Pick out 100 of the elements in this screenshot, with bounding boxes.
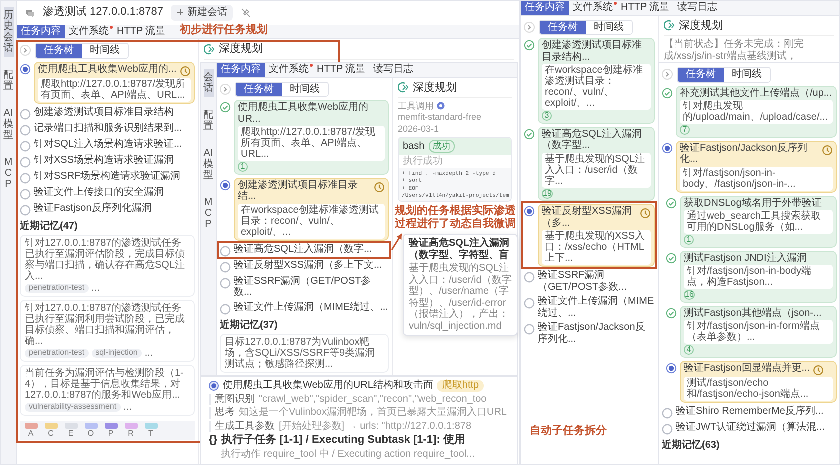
task-title[interactable]: 验证Fastjson/Jackson反序列化... xyxy=(538,322,655,345)
step-count: 7 xyxy=(680,125,690,135)
tab[interactable]: 文件系统 xyxy=(569,1,617,14)
step-count: 1 xyxy=(684,235,694,245)
annotation-label: 规划的任务根据实际渗透过程进行了动态自我微调 xyxy=(395,205,517,232)
memory-card[interactable]: 针对127.0.0.1:8787的渗透测试任务已执行至漏洞利用尝试阶段，已完成目标侦察、端口扫描和漏洞评估，确... penetration-test sql-injection ... xyxy=(20,300,195,362)
tab[interactable]: 读写日志 xyxy=(674,1,722,14)
status-text: 【当前状态】任务未完成：刚完成/xss/js/in-str端点基线测试， xyxy=(664,39,805,62)
view-toggle[interactable]: 任务树 xyxy=(540,20,586,34)
task-title: 验证高危SQL注入漏洞（数字型... xyxy=(542,128,644,152)
clock-icon xyxy=(822,144,833,156)
task-card[interactable]: 使用爬虫工具收集Web应用的... 爬取http://127.0.0.1:8787/发现所有页面、表单、API端点、URL... xyxy=(34,62,195,104)
panel-title: 深度规划 xyxy=(219,43,263,56)
sidebar-tab[interactable]: AI模型 xyxy=(204,145,214,184)
chat-icon xyxy=(25,8,35,17)
view-toggle[interactable]: 任务树 xyxy=(236,82,282,96)
task-title[interactable]: 验证Fastjson反序列化漏洞 xyxy=(34,202,152,214)
tab[interactable]: HTTP 流量 xyxy=(313,63,370,76)
clock-icon xyxy=(374,182,385,192)
new-session-button[interactable]: 新建会话 xyxy=(171,5,234,20)
task-card[interactable]: 创建渗透测试项目标准目录结构... 在workspace创建标准渗透测试目录：recon/、vuln/、exploit/、... 3 xyxy=(538,38,655,124)
sidebar-tab[interactable]: 配置 xyxy=(204,107,214,135)
task-description: 在workspace创建标准渗透测试目录：recon/、vuln/、exploit/、... xyxy=(238,204,385,238)
task-card[interactable]: 验证高危SQL注入漏洞（数字型... 基于爬虫发现的SQL注入入口：/user/id（数字... 19 xyxy=(538,126,655,201)
view-toggle[interactable]: 任务树 xyxy=(36,44,82,58)
task-title[interactable]: 验证JWT认证绕过漏洞（算法混... xyxy=(676,422,825,433)
task-title[interactable]: 创建渗透测试项目标准目录结构 xyxy=(34,106,174,118)
task-card[interactable]: 验证Fastjson/Jackson反序列化... 针对/fastjson/json-in-body、/fastjson/json-in-... xyxy=(676,140,837,192)
task-card[interactable]: 验证反射型XSS漏洞（多... 基于爬虫发现的XSS入口：/xss/echo（HTML上下... xyxy=(538,204,655,267)
task-title[interactable]: 针对SSRF场景构造请求验证漏洞 xyxy=(34,170,181,182)
task-title[interactable]: 针对XSS场景构造请求验证漏洞 xyxy=(34,154,174,166)
task-title[interactable]: 验证SSRF漏洞（GET/POST参数... xyxy=(538,270,655,293)
task-title[interactable]: 验证SSRF漏洞（GET/POST参数... xyxy=(234,276,389,298)
task-title: 获取DNSLog域名用于外带验证 xyxy=(684,198,822,209)
task-title: 使用爬虫工具收集Web应用的... xyxy=(38,64,177,75)
subtask-heading: 执行子任务 [1-1] / Executing Subtask [1-1]: 使用 xyxy=(222,434,466,447)
task-description: 在workspace创建标准渗透测试目录：recon/、vuln/、exploit/、... xyxy=(542,64,651,110)
more-indicator: ... xyxy=(124,402,132,413)
field-label: 思考 xyxy=(215,407,235,418)
sidebar-tab[interactable]: 历史会话 xyxy=(4,7,14,57)
task-title[interactable]: 验证高危SQL注入漏洞（数字... xyxy=(234,244,372,255)
task-title: 测试Fastjson其他端点（json-... xyxy=(684,308,822,319)
task-title[interactable]: 验证Shiro RememberMe反序列... xyxy=(676,406,824,417)
tab[interactable]: 文件系统 xyxy=(265,63,313,76)
task-card[interactable]: 验证Fastjson回显端点并更... 测试/fastjson/echo和/fastjson/echo-json端点... xyxy=(680,360,837,402)
tab[interactable]: HTTP 流量 xyxy=(113,24,170,38)
task-title: 测试Fastjson JNDI注入漏洞 xyxy=(684,252,807,264)
sidebar-tab[interactable]: MCP xyxy=(204,194,214,233)
tool-call-label: 工具调用 xyxy=(398,101,434,112)
clock-icon xyxy=(813,364,824,376)
task-title: 创建渗透测试项目标准目录结... xyxy=(238,180,359,202)
task-title[interactable]: 验证文件上传漏洞（MIME绕过、... xyxy=(234,302,388,313)
tab[interactable]: 任务内容 xyxy=(521,1,569,14)
task-card[interactable]: 补充测试其他文件上传端点（/up... 针对爬虫发现的/upload/main、/upload/case/... 7 xyxy=(676,86,837,138)
memory-text: 当前任务为漏洞评估与检测阶段（1-4），目标是基于信息收集结果，对127.0.0.1:8787的服务和Web应用... xyxy=(25,368,185,401)
view-toggle[interactable]: 任务树 xyxy=(678,68,724,82)
more-indicator: ... xyxy=(144,348,154,359)
task-card[interactable]: 获取DNSLog域名用于外带验证 通过web_search工具搜索获取可用的DNSLog服务（如... 1 xyxy=(680,196,837,248)
status-badge: 成功 xyxy=(428,140,455,153)
expand-icon xyxy=(662,69,673,80)
memory-card[interactable]: 当前任务为漏洞评估与检测阶段（1-4），目标是基于信息收集结果，对127.0.0.1:8787的服务和Web应用... vulnerability-assessment ... xyxy=(20,365,195,416)
memory-card[interactable]: 目标127.0.0.1:8787为Vulinbox靶场，含SQLi/XSS/SSRF等9类漏洞测试点；敏感路径探测... xyxy=(220,334,389,373)
plus-icon xyxy=(177,9,184,16)
planner-icon xyxy=(398,82,409,94)
task-title: 验证Fastjson回显端点并更... xyxy=(684,362,810,374)
sidebar-tab[interactable]: AI模型 xyxy=(4,105,14,144)
task-card[interactable]: 创建渗透测试项目标准目录结... 在workspace创建标准渗透测试目录：recon/、vuln/、exploit/、... xyxy=(234,178,389,240)
sidebar-tab[interactable]: MCP xyxy=(4,154,14,193)
sidebar-tab[interactable]: 会话 xyxy=(204,69,214,97)
task-description: 爬取http://127.0.0.1:8787/发现所有页面、表单、API端点、URL... xyxy=(238,126,385,161)
result-status: 执行成功 xyxy=(402,154,444,168)
task-title[interactable]: 验证文件上传接口的安全漏洞 xyxy=(34,186,164,198)
task-card[interactable]: 使用爬虫工具收集Web应用的UR... 爬取http://127.0.0.1:8787/发现所有页面、表单、API端点、URL... 1 xyxy=(234,100,389,174)
task-card[interactable]: 测试Fastjson其他端点（json-... 针对/fastjson/json-in-form端点（表单参数）... 4 xyxy=(680,306,837,358)
legend-letter: T xyxy=(148,429,154,438)
tab[interactable]: 文件系统 xyxy=(65,24,113,38)
status-badge: 爬取http xyxy=(437,380,484,392)
section-title: 近期记忆(47) xyxy=(20,220,79,232)
planner-icon xyxy=(664,20,675,32)
task-title[interactable]: 记录端口扫描和服务识别结果到... xyxy=(34,122,182,134)
panel-title: 深度规划 xyxy=(679,20,723,32)
radio-icon xyxy=(209,380,219,391)
task-title[interactable]: 针对SQL注入场景构造请求验证... xyxy=(34,138,182,150)
tab[interactable]: 读写日志 xyxy=(370,63,418,76)
memory-card[interactable]: 针对127.0.0.1:8787的渗透测试任务已执行至漏洞评估阶段，完成目标侦察与端口扫描，确认存在高危SQL注入... penetration-test ... xyxy=(20,235,195,297)
tag: penetration-test xyxy=(25,284,89,293)
expand-icon xyxy=(20,45,31,56)
task-title[interactable]: 验证反射型XSS漏洞（多上下文... xyxy=(234,260,382,271)
task-title[interactable]: 验证文件上传漏洞（MIME绕过、... xyxy=(538,296,655,319)
task-card[interactable]: 测试Fastjson JNDI注入漏洞 针对/fastjson/json-in-body端点，构造Fastjson... 16 xyxy=(680,250,837,302)
sidebar-tab[interactable]: 配置 xyxy=(4,67,14,95)
annotation-label: 初步进行任务规划 xyxy=(180,24,268,38)
tab[interactable]: 任务内容 xyxy=(17,24,65,38)
annotation-label: 自动子任务拆分 xyxy=(530,425,607,438)
legend-letter: E xyxy=(68,429,74,438)
task-description: 基于爬虫发现的XSS入口：/xss/echo（HTML上下... xyxy=(542,230,651,265)
tab[interactable]: HTTP 流量 xyxy=(617,1,674,14)
tag: vulnerability-assessment xyxy=(25,403,121,412)
tab[interactable]: 任务内容 xyxy=(217,63,265,76)
field-label: 生成工具参数 xyxy=(215,420,275,432)
